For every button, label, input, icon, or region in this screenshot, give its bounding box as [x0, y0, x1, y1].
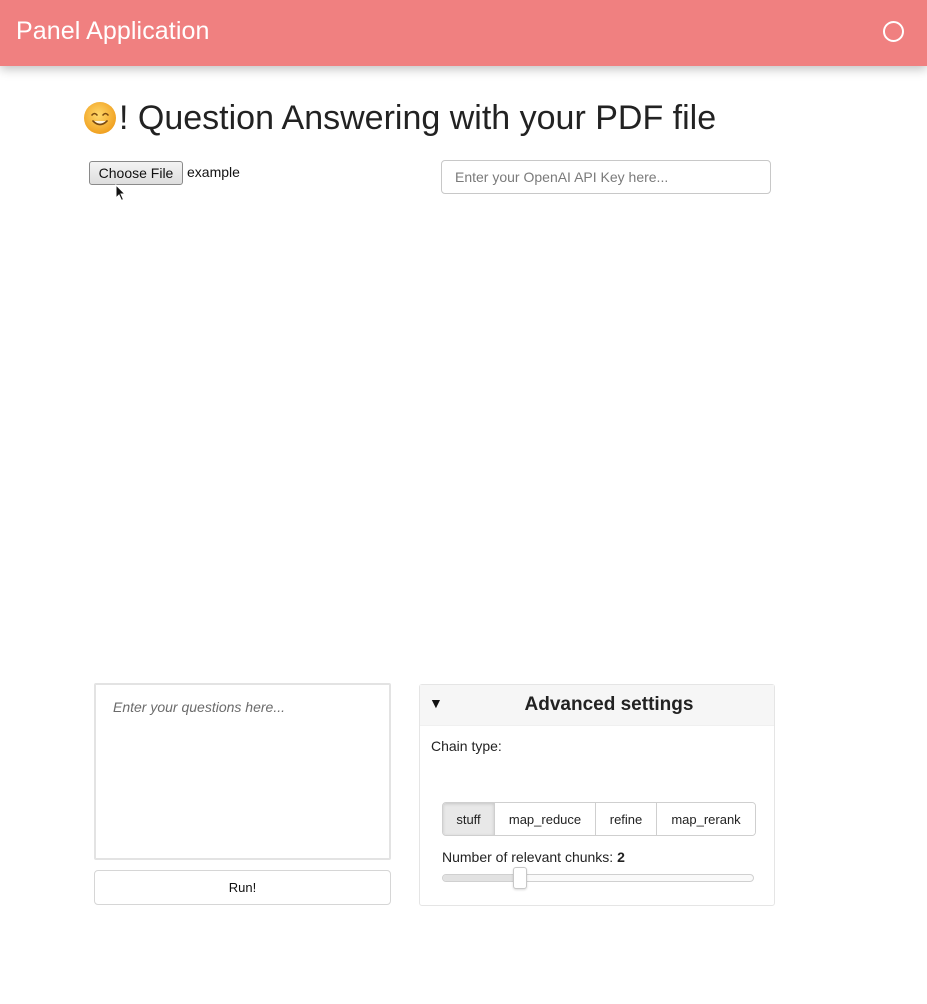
- chunks-slider-fill: [443, 875, 521, 881]
- chunks-label-text: Number of relevant chunks:: [442, 849, 614, 865]
- page-title: ! Question Answering with your PDF file: [83, 98, 716, 138]
- chunks-slider-handle[interactable]: [513, 867, 527, 889]
- mouse-cursor-icon: [115, 184, 127, 202]
- chain-option-map-reduce[interactable]: map_reduce: [495, 803, 596, 835]
- chain-option-map-rerank[interactable]: map_rerank: [657, 803, 755, 835]
- selected-file-name: example: [187, 164, 240, 180]
- app-title: Panel Application: [16, 17, 210, 45]
- chunks-slider[interactable]: [442, 867, 754, 889]
- choose-file-button[interactable]: Choose File: [89, 161, 183, 185]
- chain-type-label: Chain type:: [431, 738, 502, 754]
- chain-option-stuff[interactable]: stuff: [443, 803, 495, 835]
- advanced-settings-card: ▼ Advanced settings Chain type: stuff ma…: [419, 684, 775, 906]
- busy-indicator-icon: [883, 21, 904, 42]
- api-key-input[interactable]: [441, 160, 771, 194]
- page-title-text: ! Question Answering with your PDF file: [119, 98, 717, 137]
- chain-type-radio-group: stuff map_reduce refine map_rerank: [442, 802, 756, 836]
- smiling-face-icon: [84, 102, 116, 134]
- advanced-settings-title: Advanced settings: [524, 694, 694, 715]
- advanced-settings-header[interactable]: ▼ Advanced settings: [420, 685, 774, 726]
- question-input[interactable]: [94, 683, 391, 860]
- chunks-value: 2: [617, 849, 625, 865]
- chunks-slider-label: Number of relevant chunks: 2: [442, 849, 625, 865]
- run-button[interactable]: Run!: [94, 870, 391, 905]
- app-header: Panel Application: [0, 0, 927, 66]
- chain-option-refine[interactable]: refine: [596, 803, 657, 835]
